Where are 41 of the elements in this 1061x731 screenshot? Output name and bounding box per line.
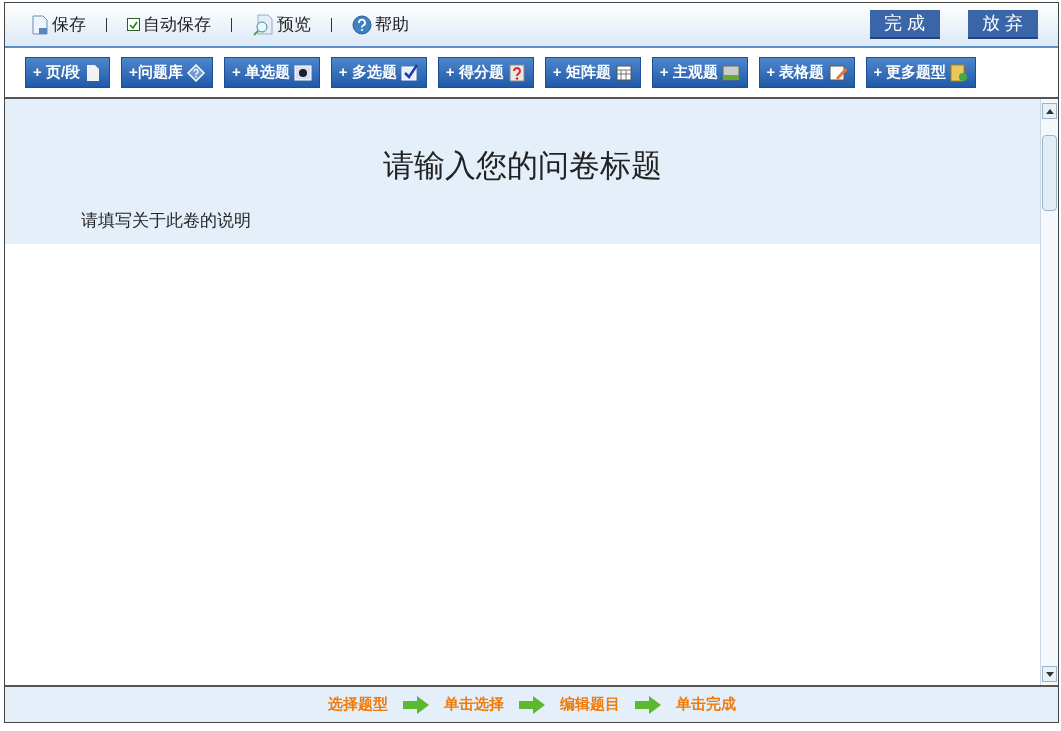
checkbox-icon bbox=[400, 63, 419, 82]
toolbar-link[interactable]: 保存 bbox=[52, 11, 86, 38]
autosave-label[interactable]: 自动保存 bbox=[143, 11, 211, 38]
add-question-button[interactable]: + 多选题 bbox=[330, 57, 427, 88]
add-question-button[interactable]: + 页/段 bbox=[25, 57, 111, 88]
step-label: 单击完成 bbox=[675, 694, 736, 715]
add-question-button[interactable]: + 更多题型 bbox=[865, 57, 977, 88]
toolbar-link[interactable]: 帮助 bbox=[375, 11, 409, 38]
caret-icon bbox=[1045, 109, 1054, 115]
checkmark-icon bbox=[129, 20, 138, 29]
arrow-right-icon bbox=[401, 694, 430, 715]
diamond-help-icon bbox=[186, 63, 205, 82]
scrollbar[interactable] bbox=[1040, 99, 1058, 685]
document-icon bbox=[31, 14, 49, 35]
survey-title[interactable]: 请输入您的问卷标题 bbox=[5, 143, 1040, 190]
add-question-button[interactable]: + 主观题 bbox=[651, 57, 748, 88]
finish-button[interactable]: 完 成 bbox=[870, 10, 940, 39]
radio-icon bbox=[293, 63, 312, 82]
magnifier-icon bbox=[252, 13, 274, 36]
help-icon bbox=[352, 14, 372, 35]
table-grid-icon bbox=[614, 63, 633, 82]
add-question-button[interactable]: + 单选题 bbox=[223, 57, 320, 88]
survey-description[interactable]: 请填写关于此卷的说明 bbox=[81, 207, 1040, 233]
add-question-button[interactable]: +问题库 bbox=[121, 57, 213, 88]
step-label: 编辑题目 bbox=[559, 694, 620, 715]
caret-icon bbox=[1045, 671, 1054, 677]
scroll-up-button[interactable] bbox=[1042, 103, 1057, 119]
step-label: 选择题型 bbox=[327, 694, 388, 715]
discard-button[interactable]: 放 弃 bbox=[968, 10, 1038, 39]
add-question-button[interactable]: + 得分题 bbox=[437, 57, 534, 88]
table-pencil-icon bbox=[828, 63, 847, 82]
scroll-thumb[interactable] bbox=[1042, 135, 1057, 211]
add-question-button[interactable]: + 矩阵题 bbox=[544, 57, 641, 88]
scroll-down-button[interactable] bbox=[1042, 666, 1057, 682]
arrow-right-icon bbox=[633, 694, 662, 715]
toolbar-link[interactable]: 预览 bbox=[277, 11, 311, 38]
question-card-icon bbox=[507, 63, 526, 82]
arrow-right-icon bbox=[517, 694, 546, 715]
autosave-checkbox[interactable] bbox=[127, 18, 140, 31]
add-question-button[interactable]: + 表格题 bbox=[758, 57, 855, 88]
step-label: 单击选择 bbox=[443, 694, 504, 715]
